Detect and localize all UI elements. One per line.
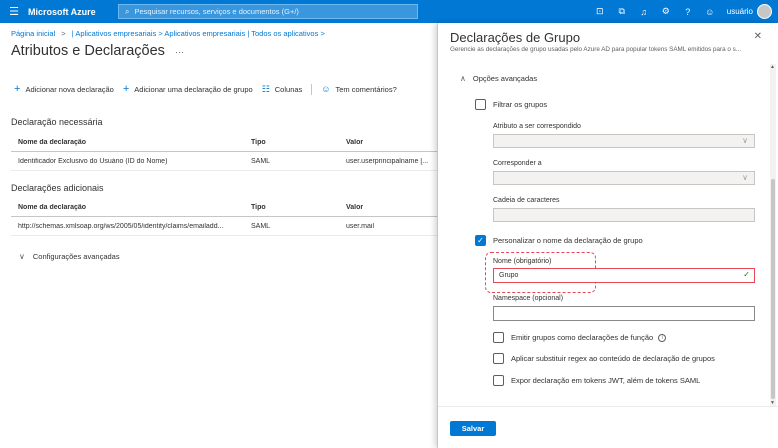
- help-icon[interactable]: ?: [677, 7, 699, 17]
- plus-icon: +: [14, 83, 21, 95]
- columns-button[interactable]: ☷ Colunas: [262, 84, 303, 95]
- column-header-value[interactable]: Valor: [346, 204, 437, 211]
- plus-icon: +: [122, 83, 130, 95]
- panel-title: Declarações de Grupo: [450, 30, 581, 45]
- advanced-options-toggle[interactable]: ∧ Opções avançadas: [460, 74, 537, 83]
- columns-icon: ☷: [261, 83, 270, 94]
- directory-filter-icon[interactable]: ⧉: [611, 6, 633, 17]
- feedback-button[interactable]: ☺ Tem comentários?: [321, 84, 396, 94]
- namespace-input[interactable]: [493, 306, 755, 321]
- chevron-up-icon: ∧: [460, 74, 466, 83]
- name-value: Grupo: [499, 272, 519, 279]
- toolbar-divider: [311, 83, 313, 95]
- advanced-settings-toggle[interactable]: ∨ Configurações avançadas: [19, 252, 120, 261]
- brand-name[interactable]: Microsoft Azure: [28, 7, 118, 17]
- avatar[interactable]: [757, 4, 772, 19]
- column-header-type[interactable]: Tipo: [251, 204, 346, 211]
- required-claims-table: Nome da declaração Tipo Valor Identifica…: [11, 133, 437, 171]
- more-options-button[interactable]: ···: [175, 47, 184, 57]
- panel-subtitle: Gerencie as declarações de grupo usadas …: [450, 46, 741, 53]
- attribute-select[interactable]: ∨: [493, 134, 755, 148]
- name-input[interactable]: Grupo ✓: [493, 268, 755, 283]
- claim-value: user.userprincipalname [...: [346, 157, 429, 165]
- main-content: Página inicial > | Aplicativos empresari…: [0, 23, 437, 448]
- string-input[interactable]: [493, 208, 755, 222]
- chevron-down-icon: ∨: [19, 252, 25, 261]
- namespace-label: Namespace (opcional): [493, 295, 564, 302]
- checkbox-box[interactable]: ✓: [475, 235, 486, 246]
- scrollbar-thumb[interactable]: [771, 179, 775, 399]
- search-placeholder: Pesquisar recursos, serviços e documento…: [134, 7, 299, 16]
- filter-groups-checkbox[interactable]: Filtrar os grupos: [475, 99, 547, 110]
- claim-type: SAML: [251, 222, 271, 230]
- close-icon[interactable]: ✕: [754, 31, 762, 42]
- checkbox-box[interactable]: [493, 332, 504, 343]
- chevron-down-icon: ∨: [742, 136, 748, 145]
- table-row[interactable]: Identificador Exclusivo do Usuário (ID d…: [11, 152, 437, 171]
- claim-name: Identificador Exclusivo do Usuário (ID d…: [18, 157, 168, 165]
- breadcrumb-separator: >: [61, 29, 66, 38]
- column-header-value[interactable]: Valor: [346, 139, 437, 146]
- hamburger-menu-icon[interactable]: ☰: [0, 5, 28, 18]
- additional-claims-heading: Declarações adicionais: [11, 183, 104, 193]
- column-header-type[interactable]: Tipo: [251, 139, 346, 146]
- search-icon: ⌕: [125, 6, 130, 16]
- match-label: Corresponder a: [493, 160, 542, 167]
- table-header: Nome da declaração Tipo Valor: [11, 133, 437, 152]
- customize-name-checkbox[interactable]: ✓ Personalizar o nome da declaração de g…: [475, 235, 643, 246]
- claim-name: http://schemas.xmlsoap.org/ws/2005/05/id…: [18, 222, 224, 230]
- breadcrumb-apps[interactable]: | Aplicativos empresariais > Aplicativos…: [72, 29, 325, 38]
- add-group-claim-button[interactable]: + Adicionar uma declaração de grupo: [123, 83, 253, 95]
- required-claim-heading: Declaração necessária: [11, 117, 103, 127]
- checkbox-box[interactable]: [475, 99, 486, 110]
- user-name[interactable]: usuário: [727, 7, 753, 16]
- claim-value: user.mail: [346, 222, 375, 230]
- panel-scrollbar[interactable]: ▲ ▼: [770, 64, 776, 406]
- notifications-bell-icon[interactable]: ♫: [633, 7, 655, 17]
- page-title: Atributos e Declarações: [11, 43, 165, 59]
- attribute-label: Atributo a ser correspondido: [493, 123, 581, 130]
- feedback-icon: ☺: [321, 84, 331, 94]
- breadcrumb: Página inicial > | Aplicativos empresari…: [11, 29, 325, 38]
- match-select[interactable]: ∨: [493, 171, 755, 185]
- top-bar: ☰ Microsoft Azure ⌕ Pesquisar recursos, …: [0, 0, 778, 23]
- emit-roles-checkbox[interactable]: Emitir grupos como declarações de função…: [493, 332, 667, 343]
- checkbox-box[interactable]: [493, 353, 504, 364]
- apply-regex-checkbox[interactable]: Aplicar substituir regex ao conteúdo de …: [493, 353, 715, 364]
- additional-claims-table: Nome da declaração Tipo Valor http://sch…: [11, 198, 437, 236]
- group-claims-panel: Declarações de Grupo Gerencie as declara…: [437, 23, 778, 448]
- claim-type: SAML: [251, 157, 271, 165]
- checkmark-icon: ✓: [743, 270, 750, 279]
- expose-jwt-checkbox[interactable]: Expor declaração em tokens JWT, além de …: [493, 375, 700, 386]
- scroll-up-icon[interactable]: ▲: [770, 64, 775, 70]
- column-header-name[interactable]: Nome da declaração: [11, 204, 251, 211]
- toolbar: + Adicionar nova declaração + Adicionar …: [14, 83, 406, 95]
- top-icons: ⊡ ⧉ ♫ ⚙ ? ☺ usuário: [589, 0, 778, 23]
- chevron-down-icon: ∨: [742, 173, 748, 182]
- feedback-icon[interactable]: ☺: [699, 7, 721, 17]
- table-row[interactable]: http://schemas.xmlsoap.org/ws/2005/05/id…: [11, 217, 437, 236]
- cloud-shell-icon[interactable]: ⊡: [589, 6, 611, 17]
- panel-footer: Salvar: [438, 406, 778, 448]
- info-icon[interactable]: i: [658, 333, 667, 342]
- table-header: Nome da declaração Tipo Valor: [11, 198, 437, 217]
- string-label: Cadeia de caracteres: [493, 197, 560, 204]
- search-input[interactable]: ⌕ Pesquisar recursos, serviços e documen…: [118, 4, 418, 19]
- add-claim-button[interactable]: + Adicionar nova declaração: [14, 83, 114, 95]
- name-label: Nome (obrigatório): [493, 258, 552, 265]
- checkbox-box[interactable]: [493, 375, 504, 386]
- save-button[interactable]: Salvar: [450, 421, 496, 436]
- breadcrumb-home[interactable]: Página inicial: [11, 29, 55, 38]
- column-header-name[interactable]: Nome da declaração: [11, 139, 251, 146]
- settings-gear-icon[interactable]: ⚙: [655, 6, 677, 17]
